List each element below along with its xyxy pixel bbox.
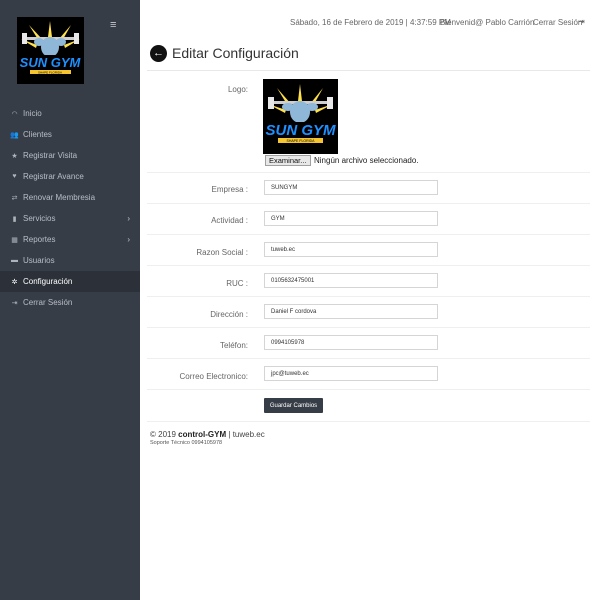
divider bbox=[147, 203, 590, 204]
sidebar-menu: ◠ Inicio 👥 Clientes ★ Registrar Visita ♥… bbox=[0, 103, 140, 313]
back-arrow-icon[interactable]: ← bbox=[150, 44, 167, 62]
gear-icon: ✲ bbox=[11, 278, 18, 286]
sidebar-item-servicios[interactable]: ▮ Servicios › bbox=[0, 208, 140, 229]
link-icon: ⇄ bbox=[11, 194, 18, 202]
chevron-right-icon: › bbox=[127, 235, 130, 244]
divider bbox=[147, 389, 590, 390]
footer-brand: control-GYM bbox=[178, 430, 227, 439]
chevron-right-icon: › bbox=[127, 214, 130, 223]
sidebar-item-registrar-visita[interactable]: ★ Registrar Visita bbox=[0, 145, 140, 166]
heart-icon: ♥ bbox=[12, 173, 17, 180]
file-status-text: Ningún archivo seleccionado. bbox=[314, 156, 419, 165]
footer-suffix: | tuweb.ec bbox=[228, 430, 265, 439]
logo-preview-subtext: SHAPE FLORIDA bbox=[286, 139, 315, 143]
calendar-icon: ▦ bbox=[11, 236, 18, 244]
page-title: Editar Configuración bbox=[172, 45, 299, 61]
sidebar-item-registrar-avance[interactable]: ♥ Registrar Avance bbox=[0, 166, 140, 187]
sidebar-item-label: Renovar Membresia bbox=[23, 193, 96, 202]
divider bbox=[147, 296, 590, 297]
logo-text: SUN GYM bbox=[20, 55, 82, 70]
telefono-input[interactable]: 0994105978 bbox=[264, 335, 438, 350]
divider bbox=[147, 358, 590, 359]
logo-label: Logo: bbox=[227, 85, 248, 94]
divider bbox=[147, 234, 590, 235]
page-header: ← Editar Configuración bbox=[150, 44, 299, 62]
users-icon: 👥 bbox=[10, 131, 19, 139]
footer-copyright: © 2019 control-GYM | tuweb.ec bbox=[150, 430, 265, 439]
sidebar-item-usuarios[interactable]: ▬ Usuarios bbox=[0, 250, 140, 271]
brand-logo[interactable]: SUN GYM SHAPE FLORIDA bbox=[17, 17, 84, 84]
correo-input[interactable]: jpc@tuweb.ec bbox=[264, 366, 438, 381]
sidebar-item-reportes[interactable]: ▦ Reportes › bbox=[0, 229, 140, 250]
sidebar-item-label: Reportes bbox=[23, 235, 56, 244]
sidebar-item-label: Configuración bbox=[23, 277, 73, 286]
sign-out-icon: ⇥ bbox=[11, 299, 18, 307]
sidebar-item-label: Usuarios bbox=[23, 256, 55, 265]
sidebar-item-label: Clientes bbox=[23, 130, 52, 139]
divider bbox=[147, 327, 590, 328]
footer-year: © 2019 bbox=[150, 430, 176, 439]
browse-file-button[interactable]: Examinar... bbox=[265, 155, 311, 166]
sidebar-item-configuracion[interactable]: ✲ Configuración bbox=[0, 271, 140, 292]
direccion-input[interactable]: Daniel F cordova bbox=[264, 304, 438, 319]
sidebar-item-label: Cerrar Sesión bbox=[23, 298, 73, 307]
correo-label: Correo Electronico: bbox=[179, 372, 248, 381]
sidebar-item-inicio[interactable]: ◠ Inicio bbox=[0, 103, 140, 124]
telefono-label: Teléfon: bbox=[219, 341, 248, 350]
ruc-input[interactable]: 0105632475001 bbox=[264, 273, 438, 288]
actividad-label: Actividad : bbox=[211, 216, 248, 225]
logo-subtext: SHAPE FLORIDA bbox=[38, 70, 62, 74]
empresa-input[interactable]: SUNGYM bbox=[264, 180, 438, 195]
sidebar: SUN GYM SHAPE FLORIDA ≡ ◠ Inicio 👥 Clien… bbox=[0, 0, 140, 600]
logo-preview-image: SUN GYM SHAPE FLORIDA bbox=[263, 79, 338, 154]
sign-out-icon[interactable]: ⇥ bbox=[578, 17, 585, 26]
sidebar-item-cerrar-sesion[interactable]: ⇥ Cerrar Sesión bbox=[0, 292, 140, 313]
folder-icon: ▬ bbox=[11, 257, 18, 264]
divider bbox=[147, 70, 590, 71]
divider bbox=[147, 265, 590, 266]
dashboard-icon: ◠ bbox=[11, 110, 18, 118]
divider bbox=[147, 421, 590, 422]
direccion-label: Dirección : bbox=[210, 310, 248, 319]
footer-support: Soporte Técnico 0994105978 bbox=[150, 440, 223, 446]
razon-social-label: Razon Social : bbox=[196, 248, 248, 257]
sidebar-item-label: Inicio bbox=[23, 109, 42, 118]
actividad-input[interactable]: GYM bbox=[264, 211, 438, 226]
sidebar-item-clientes[interactable]: 👥 Clientes bbox=[0, 124, 140, 145]
sidebar-item-renovar-membresia[interactable]: ⇄ Renovar Membresia bbox=[0, 187, 140, 208]
sidebar-item-label: Registrar Avance bbox=[23, 172, 84, 181]
divider bbox=[147, 172, 590, 173]
save-button[interactable]: Guardar Cambios bbox=[264, 398, 323, 413]
welcome-text: Bienvenid@ Pablo Carrión bbox=[440, 18, 535, 27]
logo-preview-text: SUN GYM bbox=[265, 122, 336, 139]
current-datetime: Sábado, 16 de Febrero de 2019 | 4:37:59 … bbox=[290, 18, 451, 27]
top-bar: Sábado, 16 de Febrero de 2019 | 4:37:59 … bbox=[290, 17, 590, 28]
razon-social-input[interactable]: tuweb.ec bbox=[264, 242, 438, 257]
sidebar-item-label: Servicios bbox=[23, 214, 56, 223]
bolt-icon: ▮ bbox=[12, 215, 17, 223]
star-icon: ★ bbox=[11, 152, 18, 160]
sidebar-item-label: Registrar Visita bbox=[23, 151, 78, 160]
ruc-label: RUC : bbox=[226, 279, 248, 288]
empresa-label: Empresa : bbox=[211, 185, 248, 194]
menu-toggle-icon[interactable]: ≡ bbox=[110, 20, 116, 31]
logout-link[interactable]: Cerrar Sesión bbox=[533, 18, 582, 27]
